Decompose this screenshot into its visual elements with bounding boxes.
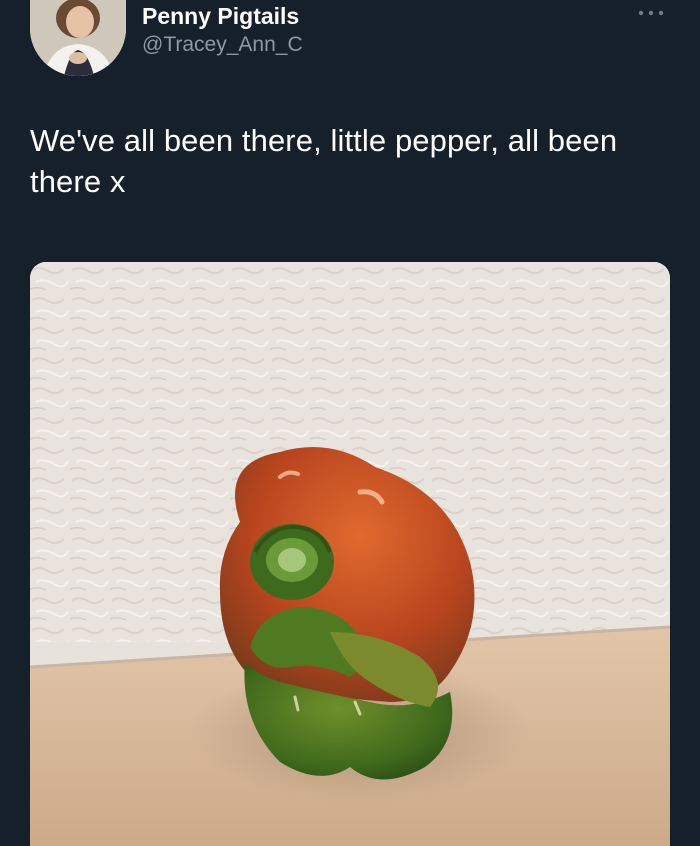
profile-photo-avatar bbox=[30, 0, 126, 76]
tweet-text: We've all been there, little pepper, all… bbox=[30, 123, 618, 199]
more-options-button[interactable] bbox=[636, 2, 666, 22]
tweet-card: Penny Pigtails @Tracey_Ann_C We've all b… bbox=[0, 0, 700, 846]
author-handle[interactable]: @Tracey_Ann_C bbox=[142, 30, 303, 60]
author-names: Penny Pigtails @Tracey_Ann_C bbox=[142, 2, 303, 60]
tweet-media[interactable] bbox=[30, 262, 670, 846]
avatar[interactable] bbox=[30, 0, 126, 76]
bell-pepper-photo bbox=[30, 262, 670, 846]
more-dots-icon bbox=[638, 10, 664, 16]
author-display-name[interactable]: Penny Pigtails bbox=[142, 2, 303, 30]
